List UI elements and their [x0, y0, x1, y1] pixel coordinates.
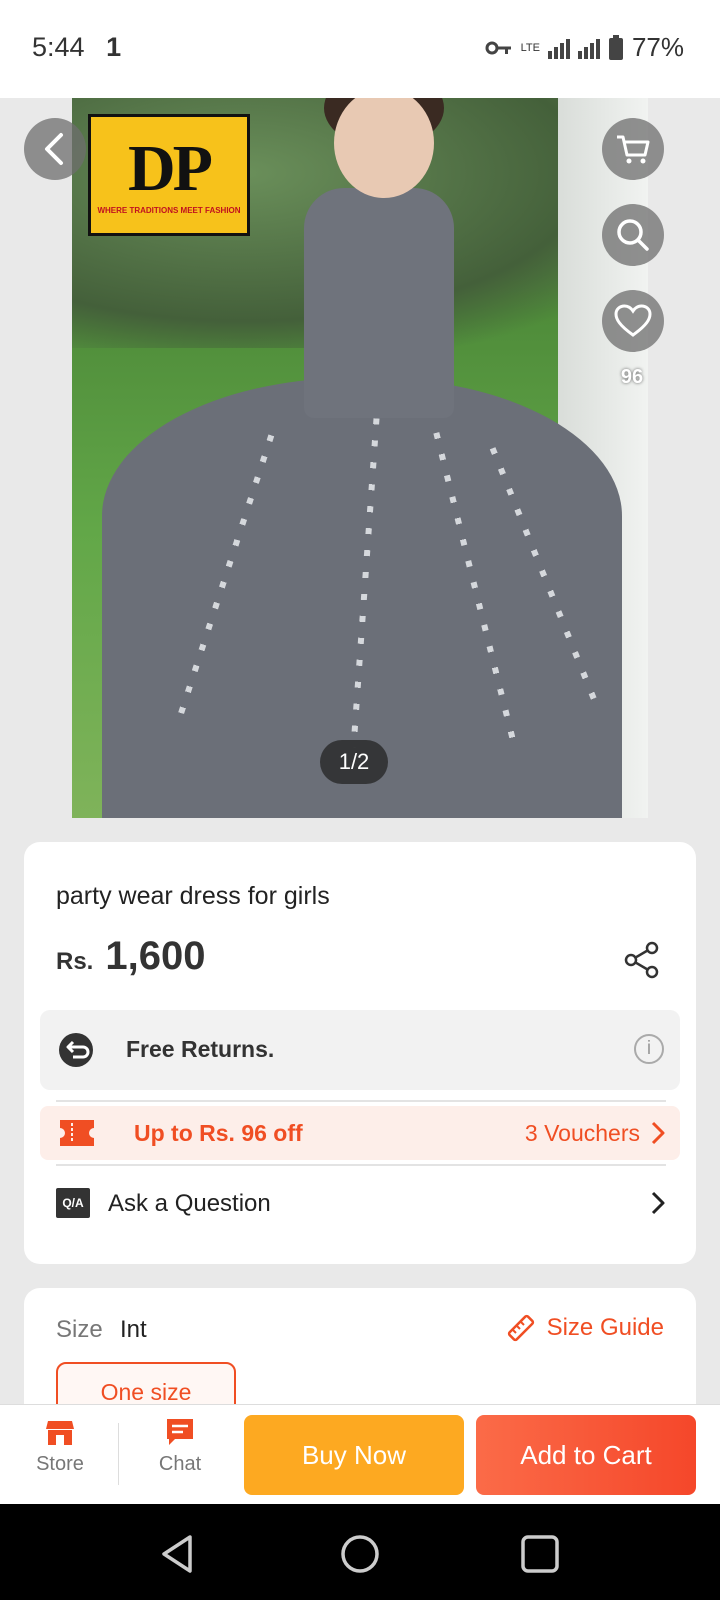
- size-label: Size: [56, 1316, 103, 1343]
- divider: [56, 1164, 666, 1166]
- status-icons: LTE 77%: [485, 32, 684, 63]
- battery-level: 77%: [631, 32, 684, 62]
- size-guide-label: Size Guide: [546, 1314, 664, 1341]
- add-to-cart-button[interactable]: Add to Cart: [476, 1415, 696, 1495]
- status-bar: 5:44 1 LTE 77%: [0, 0, 720, 98]
- search-icon: [617, 219, 649, 251]
- share-button[interactable]: [622, 940, 662, 980]
- size-system: Int: [120, 1316, 147, 1343]
- buy-now-button[interactable]: Buy Now: [244, 1415, 464, 1495]
- chevron-right-icon: [651, 1121, 665, 1145]
- info-icon[interactable]: i: [634, 1034, 664, 1064]
- product-price: Rs. 1,600: [56, 934, 205, 979]
- brand-logo: DP WHERE TRADITIONS MEET FASHION: [88, 114, 250, 236]
- ask-question-row[interactable]: Q/A Ask a Question: [56, 1182, 666, 1230]
- voucher-row[interactable]: Up to Rs. 96 off 3 Vouchers: [40, 1106, 680, 1160]
- notification-count: 1: [106, 32, 122, 62]
- cart-button[interactable]: [602, 118, 664, 180]
- chat-button[interactable]: Chat: [130, 1417, 230, 1497]
- chat-label: Chat: [158, 1453, 202, 1475]
- voucher-label: Up to Rs. 96 off: [134, 1120, 303, 1146]
- back-button[interactable]: [24, 118, 86, 180]
- logo-mark: DP: [128, 131, 213, 205]
- cart-icon: [617, 135, 650, 164]
- free-returns-row[interactable]: Free Returns. i: [40, 1010, 680, 1090]
- product-gallery[interactable]: DP WHERE TRADITIONS MEET FASHION 96 1/2: [0, 98, 720, 818]
- image-page-indicator: 1/2: [320, 740, 388, 784]
- store-label: Store: [36, 1453, 84, 1475]
- size-guide-link[interactable]: Size Guide: [505, 1312, 664, 1344]
- chevron-left-icon: [45, 133, 63, 165]
- share-icon: [624, 941, 659, 979]
- product-title: party wear dress for girls: [56, 882, 330, 910]
- return-icon: [59, 1033, 93, 1067]
- free-returns-label: Free Returns.: [126, 1036, 275, 1062]
- chat-icon: [167, 1419, 193, 1445]
- vpn-key-icon: [485, 41, 511, 54]
- clock: 5:44: [32, 32, 85, 62]
- heart-icon: [614, 304, 652, 337]
- battery-icon: [608, 34, 623, 60]
- network-type: LTE: [520, 41, 540, 54]
- nav-home-icon[interactable]: [338, 1532, 382, 1576]
- ask-question-label: Ask a Question: [108, 1190, 271, 1217]
- store-button[interactable]: Store: [10, 1417, 110, 1497]
- separator: [118, 1423, 119, 1485]
- logo-tagline: WHERE TRADITIONS MEET FASHION: [97, 205, 241, 215]
- search-button[interactable]: [602, 204, 664, 266]
- nav-back-icon[interactable]: [156, 1532, 200, 1576]
- price-amount: 1,600: [105, 934, 206, 978]
- product-info-card: party wear dress for girls Rs. 1,600 Fre…: [24, 842, 696, 1264]
- voucher-count: 3 Vouchers: [524, 1120, 640, 1146]
- bottom-action-bar: Store Chat Buy Now Add to Cart: [0, 1404, 720, 1504]
- qa-icon: Q/A: [56, 1188, 90, 1218]
- store-icon: [46, 1421, 74, 1445]
- price-currency: Rs.: [56, 948, 94, 975]
- signal-icon: [547, 37, 570, 59]
- chevron-right-icon: [651, 1191, 665, 1215]
- signal-icon-2: [577, 37, 600, 59]
- wishlist-count: 96: [620, 366, 644, 388]
- voucher-icon: [60, 1120, 94, 1146]
- system-nav-bar: [0, 1504, 720, 1600]
- nav-recents-icon[interactable]: [518, 1532, 562, 1576]
- divider: [56, 1100, 666, 1102]
- ruler-icon: [507, 1314, 534, 1342]
- wishlist-button[interactable]: [602, 290, 664, 352]
- status-time: 5:44 1: [32, 32, 121, 63]
